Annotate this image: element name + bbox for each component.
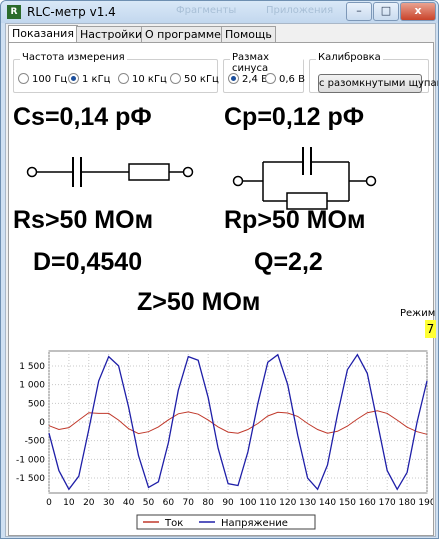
sine-amplitude-group: Размах синуса 2,4 В 0,6 В xyxy=(223,52,305,93)
sine-group-title: Размах синуса xyxy=(230,52,303,74)
y-tick-label: 1 000 xyxy=(19,381,45,391)
rp-reading: Rp>50 МОм xyxy=(224,206,366,234)
legend-current-label: Ток xyxy=(164,518,183,529)
window-title: RLC-метр v1.4 xyxy=(27,5,116,19)
app-icon: R xyxy=(7,5,21,19)
d-reading: D=0,4540 xyxy=(33,248,143,276)
x-tick-label: 170 xyxy=(379,498,396,508)
z-reading: Z>50 МОм xyxy=(137,288,261,316)
freq-option-10khz[interactable]: 10 кГц xyxy=(118,73,167,85)
background-window-text: Приложения xyxy=(266,5,334,16)
y-tick-label: 500 xyxy=(28,399,45,409)
x-tick-label: 180 xyxy=(399,498,416,508)
frequency-group: Частота измерения 100 Гц 1 кГц 10 кГц 50… xyxy=(13,52,219,93)
y-tick-label: 1 500 xyxy=(19,362,45,372)
y-tick-label: -1 500 xyxy=(16,474,45,484)
tab-settings[interactable]: Настройки xyxy=(76,26,147,43)
radio-icon xyxy=(18,73,29,84)
radio-icon xyxy=(170,73,181,84)
series-circuit-icon xyxy=(26,157,194,187)
x-tick-label: 100 xyxy=(239,498,256,508)
radio-selected-icon xyxy=(68,73,79,84)
x-tick-label: 160 xyxy=(359,498,376,508)
sine-option-2-4v[interactable]: 2,4 В xyxy=(228,73,268,85)
x-tick-label: 0 xyxy=(46,498,52,508)
calibration-group: Калибровка с разомкнутыми щупами xyxy=(309,52,438,93)
readings-panel: Частота измерения 100 Гц 1 кГц 10 кГц 50… xyxy=(8,42,438,536)
x-tick-label: 90 xyxy=(222,498,234,508)
freq-option-1khz[interactable]: 1 кГц xyxy=(68,73,111,85)
x-tick-label: 110 xyxy=(259,498,276,508)
x-tick-label: 190 xyxy=(418,498,433,508)
legend-voltage-label: Напряжение xyxy=(221,518,288,529)
frequency-group-title: Частота измерения xyxy=(20,52,127,63)
x-tick-label: 140 xyxy=(319,498,336,508)
x-tick-label: 150 xyxy=(339,498,356,508)
y-tick-label: -1 000 xyxy=(16,455,45,465)
waveform-chart: 0 10 20 30 40 50 60 70 80 90 100 110 120 130 140 150 160… xyxy=(16,350,433,530)
rs-reading: Rs>50 МОм xyxy=(13,206,154,234)
x-tick-label: 10 xyxy=(63,498,75,508)
calibration-group-title: Калибровка xyxy=(316,52,383,63)
app-window: R RLC-метр v1.4 Фрагменты Приложения – □… xyxy=(0,0,439,539)
mode-value: 7 xyxy=(425,320,436,338)
client-area: Показания Настройки О программе Помощь Ч… xyxy=(5,23,438,537)
radio-icon xyxy=(265,73,276,84)
calibrate-open-probes-button[interactable]: с разомкнутыми щупами xyxy=(318,74,438,93)
background-window-text: Фрагменты xyxy=(176,5,237,16)
x-tick-label: 80 xyxy=(202,498,214,508)
tab-help[interactable]: Помощь xyxy=(221,26,276,43)
cp-reading: Cp=0,12 рФ xyxy=(224,103,365,131)
mode-label: Режим xyxy=(400,308,436,319)
maximize-button[interactable]: □ xyxy=(373,2,399,21)
radio-icon xyxy=(118,73,129,84)
x-tick-label: 60 xyxy=(163,498,175,508)
q-reading: Q=2,2 xyxy=(254,248,323,276)
x-tick-label: 40 xyxy=(123,498,135,508)
x-tick-label: 30 xyxy=(103,498,115,508)
x-tick-label: 70 xyxy=(183,498,195,508)
x-tick-label: 50 xyxy=(143,498,155,508)
y-tick-label: 0 xyxy=(39,418,45,428)
sine-option-0-6v[interactable]: 0,6 В xyxy=(265,73,305,85)
title-bar[interactable]: R RLC-метр v1.4 Фрагменты Приложения – □… xyxy=(1,1,438,23)
cs-reading: Cs=0,14 рФ xyxy=(13,103,152,131)
freq-option-50khz[interactable]: 50 кГц xyxy=(170,73,219,85)
radio-selected-icon xyxy=(228,73,239,84)
y-tick-label: -500 xyxy=(25,437,46,447)
tab-about[interactable]: О программе xyxy=(141,26,225,43)
close-button[interactable]: x xyxy=(400,2,436,21)
freq-option-100hz[interactable]: 100 Гц xyxy=(18,73,67,85)
x-tick-label: 20 xyxy=(83,498,95,508)
x-tick-label: 120 xyxy=(279,498,296,508)
x-tick-label: 130 xyxy=(299,498,316,508)
minimize-button[interactable]: – xyxy=(346,2,372,21)
